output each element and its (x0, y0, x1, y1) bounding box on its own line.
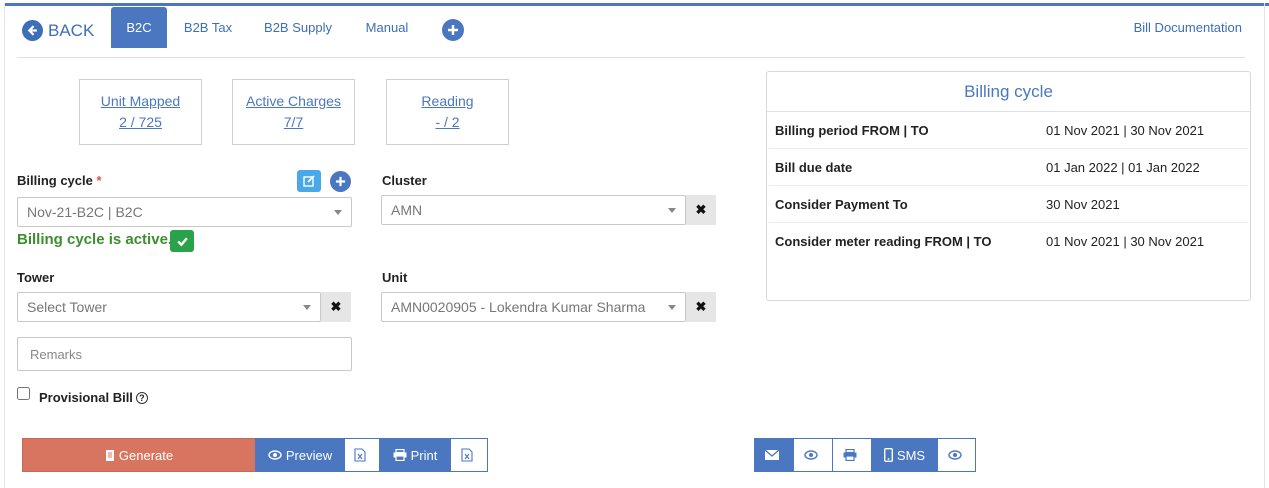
export-excel-button[interactable] (344, 438, 380, 472)
back-button[interactable]: BACK (22, 20, 94, 41)
file-icon (105, 449, 114, 461)
top-accent-bar (4, 3, 1269, 6)
mobile-icon (883, 448, 893, 462)
info-key: Consider Payment To (775, 196, 908, 212)
preview-email-button[interactable] (793, 438, 833, 472)
add-billing-cycle-button[interactable] (330, 171, 351, 192)
plus-icon (448, 25, 458, 35)
info-row: Billing period FROM | TO 01 Nov 2021 | 3… (769, 112, 1248, 149)
info-key: Consider meter reading FROM | TO (775, 234, 992, 249)
preview-button[interactable]: Preview (255, 438, 345, 472)
edit-billing-cycle-button[interactable] (297, 170, 321, 192)
active-charges-stat[interactable]: Active Charges 7/7 (232, 79, 355, 145)
required-mark: * (96, 173, 102, 188)
nav-divider (17, 57, 1245, 58)
info-value: 01 Nov 2021 | 30 Nov 2021 (1046, 122, 1205, 138)
remarks-input[interactable] (17, 337, 352, 371)
eye-icon (268, 450, 282, 460)
chevron-down-icon (334, 210, 342, 215)
stat-value: 7/7 (283, 114, 304, 130)
eye-icon (947, 450, 962, 460)
clear-unit-button[interactable]: ✖ (686, 292, 716, 322)
provisional-bill-label: Provisional Bill (39, 390, 133, 405)
billing-cycle-select[interactable]: Nov-21-B2C | B2C (17, 197, 352, 227)
back-label: BACK (48, 20, 95, 40)
stat-label: Reading (421, 93, 474, 109)
generate-label: Generate (118, 447, 174, 463)
unit-label: Unit (382, 270, 408, 285)
excel-file-icon (354, 448, 366, 462)
preview-sms-button[interactable] (937, 438, 976, 472)
cluster-label: Cluster (382, 173, 427, 188)
billing-cycle-label: Billing cycle * (17, 173, 102, 188)
chevron-down-icon (668, 305, 676, 310)
edit-icon (303, 175, 315, 187)
stat-label: Unit Mapped (100, 93, 181, 109)
tab-b2c[interactable]: B2C (111, 7, 167, 48)
clear-cluster-button[interactable]: ✖ (686, 195, 716, 225)
chevron-down-icon (668, 208, 676, 213)
tower-value: Select Tower (27, 299, 107, 315)
info-value: 01 Jan 2022 | 01 Jan 2022 (1046, 159, 1200, 175)
printer-icon (843, 449, 857, 461)
envelope-icon (765, 450, 779, 460)
stat-value: 2 / 725 (119, 114, 162, 130)
frame-border (1264, 3, 1265, 488)
tab-manual[interactable]: Manual (356, 7, 418, 48)
chevron-down-icon (303, 305, 311, 310)
info-key: Billing period FROM | TO (775, 122, 929, 138)
tab-b2b-tax[interactable]: B2B Tax (176, 7, 240, 48)
provisional-bill-option[interactable]: Provisional Bill ? (17, 387, 148, 405)
excel-file-icon (461, 448, 473, 462)
bill-documentation-link[interactable]: Bill Documentation (1134, 20, 1242, 35)
tower-select[interactable]: Select Tower (17, 292, 321, 322)
export-excel-button-2[interactable] (450, 438, 488, 472)
clear-tower-button[interactable]: ✖ (321, 292, 351, 322)
info-row: Consider Payment To 30 Nov 2021 (769, 186, 1248, 223)
info-value: 30 Nov 2021 (1046, 196, 1120, 212)
stat-value: - / 2 (435, 114, 460, 130)
billing-active-message: Billing cycle is active. (17, 231, 173, 248)
info-row: Bill due date 01 Jan 2022 | 01 Jan 2022 (769, 149, 1248, 186)
print-small-button[interactable] (832, 438, 872, 472)
info-value: 01 Nov 2021 | 30 Nov 2021 (1046, 234, 1205, 249)
billing-cycle-panel: Billing cycle Billing period FROM | TO 0… (766, 71, 1251, 301)
reading-stat[interactable]: Reading - / 2 (386, 79, 509, 145)
arrow-left-icon (22, 20, 43, 41)
eye-icon (804, 450, 818, 460)
frame-border (4, 3, 5, 488)
print-button[interactable]: Print (379, 438, 451, 472)
tower-label: Tower (17, 270, 55, 285)
email-button[interactable] (754, 438, 794, 472)
stat-label: Active Charges (246, 93, 341, 109)
panel-title: Billing cycle (767, 72, 1250, 112)
cluster-select[interactable]: AMN (381, 195, 686, 225)
unit-mapped-stat[interactable]: Unit Mapped 2 / 725 (79, 79, 202, 145)
unit-value: AMN0020905 - Lokendra Kumar Sharma (391, 299, 646, 315)
plus-icon (335, 176, 346, 187)
add-tab-button[interactable] (442, 19, 464, 41)
sms-label: SMS (896, 447, 926, 463)
provisional-bill-checkbox[interactable] (17, 387, 30, 400)
info-key: Bill due date (775, 159, 853, 175)
help-icon[interactable]: ? (135, 391, 148, 404)
info-row: Consider meter reading FROM | TO 01 Nov … (769, 223, 1248, 260)
cluster-value: AMN (391, 202, 423, 218)
sms-button[interactable]: SMS (871, 438, 938, 472)
preview-label: Preview (285, 447, 333, 463)
print-label: Print (410, 447, 438, 463)
unit-select[interactable]: AMN0020905 - Lokendra Kumar Sharma (381, 292, 686, 322)
printer-icon (393, 449, 407, 461)
billing-cycle-value: Nov-21-B2C | B2C (27, 204, 143, 220)
generate-button[interactable]: Generate (22, 438, 256, 472)
tab-b2b-supply[interactable]: B2B Supply (256, 7, 340, 48)
check-icon (170, 230, 194, 252)
